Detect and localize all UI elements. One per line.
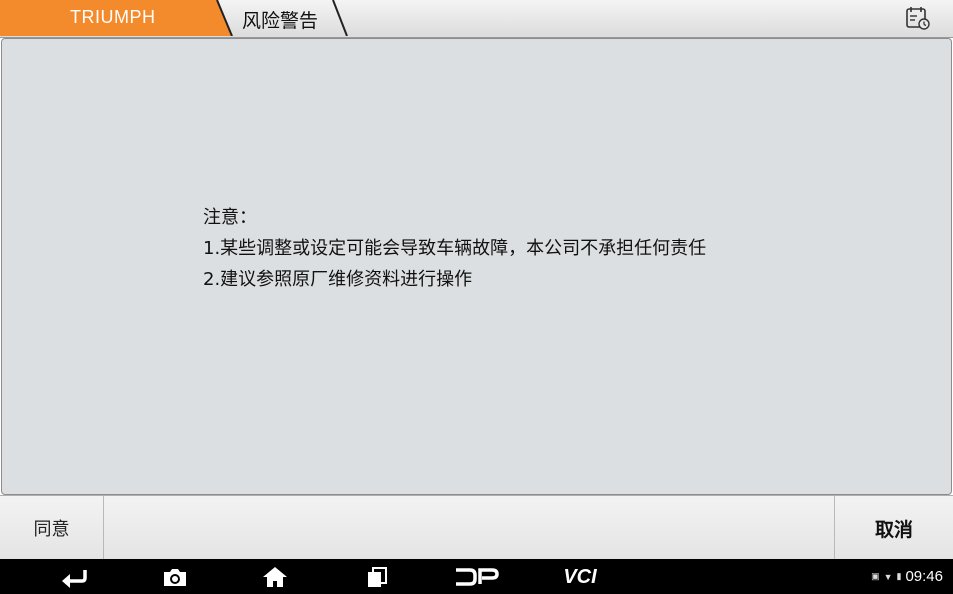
calendar-clock-icon[interactable] — [905, 5, 931, 31]
brand-tab-label: TRIUMPH — [70, 7, 156, 27]
wifi-icon: ▼ — [883, 571, 893, 582]
back-icon[interactable] — [58, 565, 90, 589]
clock-time: 09:46 — [905, 568, 943, 585]
status-area: ▣ ▼ ▮ 09:46 — [871, 568, 943, 585]
page-tab-label: 风险警告 — [242, 10, 319, 32]
vci-icon[interactable]: VCI — [556, 565, 604, 589]
battery-icon: ▮ — [896, 571, 902, 581]
warning-notice: 注意： 1.某些调整或设定可能会导致车辆故障，本公司不承担任何责任 2.建议参照… — [203, 202, 706, 295]
notice-line-1: 1.某些调整或设定可能会导致车辆故障，本公司不承担任何责任 — [203, 238, 707, 259]
cancel-button[interactable]: 取消 — [834, 496, 953, 560]
camera-icon[interactable] — [161, 565, 189, 589]
notice-title: 注意： — [203, 207, 257, 228]
system-nav-bar: VCI ▣ ▼ ▮ 09:46 — [0, 559, 953, 594]
breadcrumb-brand-tab[interactable]: TRIUMPH — [0, 0, 240, 36]
home-icon[interactable] — [261, 565, 289, 589]
vci-label: VCI — [563, 565, 597, 588]
breadcrumb-page-tab[interactable]: 风险警告 — [215, 0, 355, 36]
recent-apps-icon[interactable] — [364, 565, 390, 589]
dp-icon[interactable] — [454, 565, 500, 589]
warning-content-panel: 注意： 1.某些调整或设定可能会导致车辆故障，本公司不承担任何责任 2.建议参照… — [1, 38, 952, 495]
action-bar: 同意 取消 — [0, 495, 953, 560]
cast-icon: ▣ — [871, 571, 880, 581]
breadcrumb-bar: TRIUMPH 风险警告 — [0, 0, 953, 38]
notice-line-2: 2.建议参照原厂维修资料进行操作 — [203, 269, 473, 290]
agree-button[interactable]: 同意 — [0, 496, 104, 560]
